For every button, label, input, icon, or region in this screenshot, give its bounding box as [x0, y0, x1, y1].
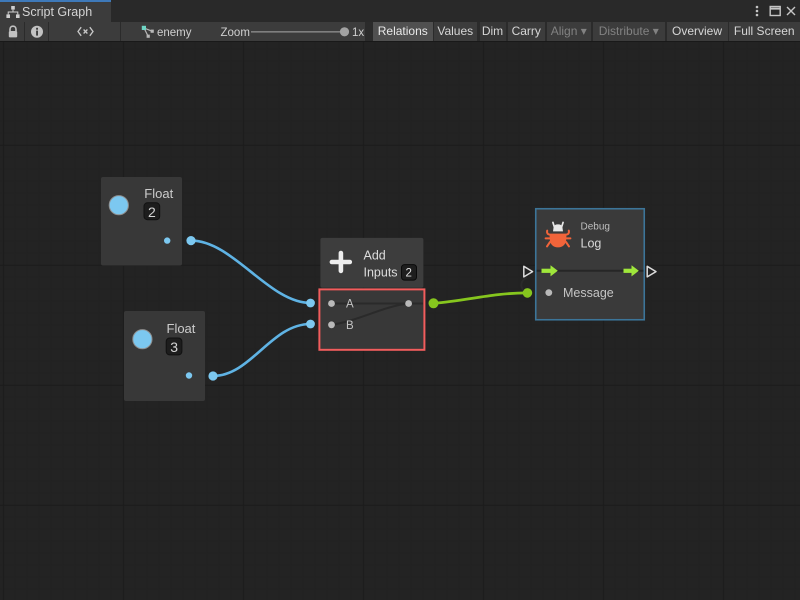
- svg-text:2: 2: [148, 204, 156, 220]
- svg-text:Float: Float: [167, 321, 196, 336]
- svg-text:Log: Log: [581, 236, 602, 250]
- svg-text:Add: Add: [364, 249, 386, 263]
- svg-text:A: A: [346, 299, 354, 311]
- svg-text:Message: Message: [563, 286, 614, 300]
- svg-text:B: B: [346, 320, 354, 332]
- svg-text:Float: Float: [144, 186, 173, 201]
- svg-text:3: 3: [170, 339, 178, 355]
- svg-text:2: 2: [406, 268, 412, 280]
- svg-text:Debug: Debug: [581, 222, 610, 233]
- svg-text:Inputs: Inputs: [364, 266, 398, 280]
